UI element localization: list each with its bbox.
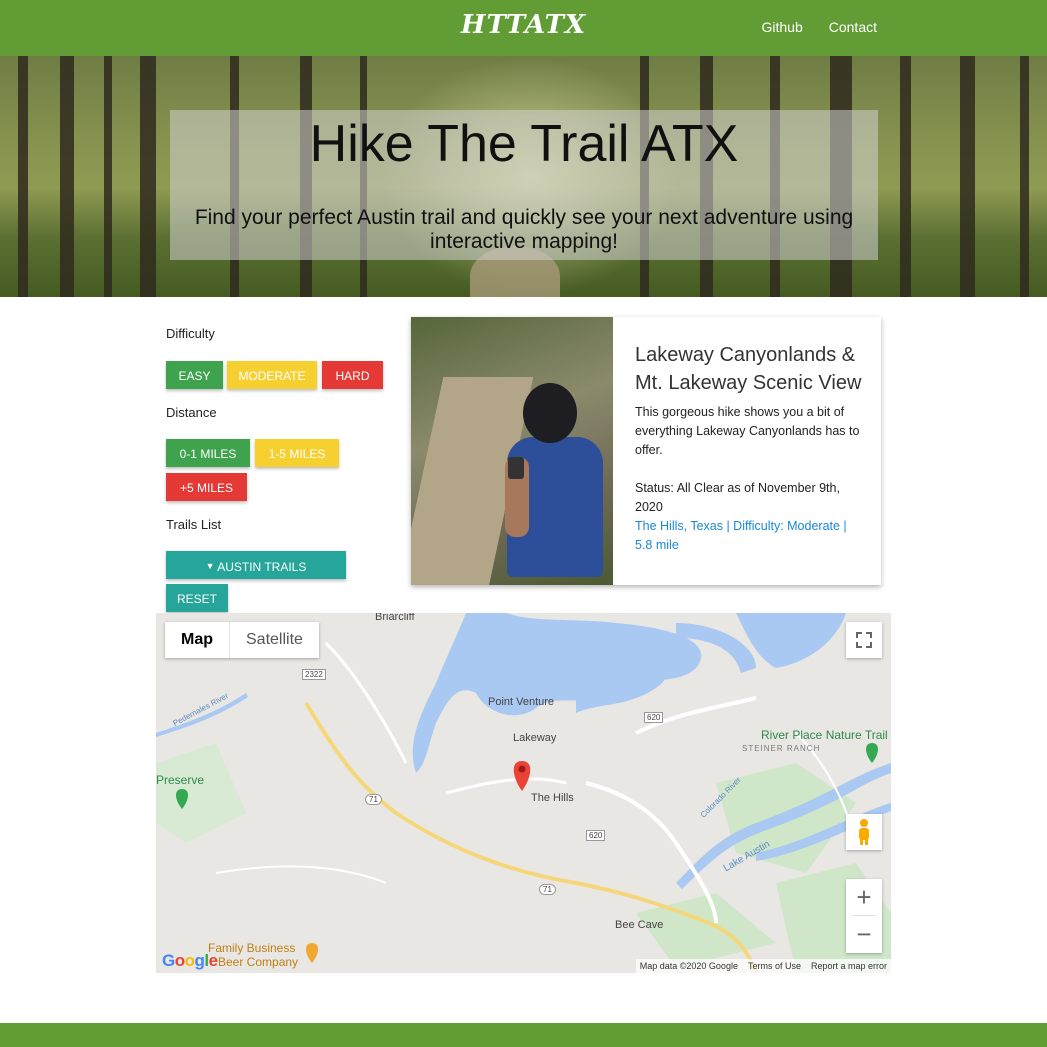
hero-subtitle: Find your perfect Austin trail and quick… xyxy=(194,206,854,253)
map-place-the-hills: The Hills xyxy=(531,792,574,804)
trails-list-label: Trails List xyxy=(166,517,222,532)
map-place-preserve: Preserve xyxy=(156,773,205,787)
brand-logo[interactable]: HTTATX xyxy=(0,10,1047,40)
hero-title: Hike The Trail ATX xyxy=(309,115,739,173)
distance-1-5-button[interactable]: 1-5 Miles xyxy=(255,439,339,467)
zoom-control: + − xyxy=(846,879,882,953)
reset-button[interactable]: Reset xyxy=(166,584,228,612)
map-type-map-button[interactable]: Map xyxy=(165,622,230,658)
map-type-satellite-button[interactable]: Satellite xyxy=(230,622,319,658)
map-attribution: Map data ©2020 Google Terms of Use Repor… xyxy=(635,959,891,973)
card-link[interactable]: The Hills, Texas | Difficulty: Moderate … xyxy=(635,517,867,555)
trails-dropdown[interactable]: ▼ Austin Trails xyxy=(166,551,346,579)
page-footer xyxy=(0,1023,1047,1047)
trail-map[interactable]: Map Satellite + − Briarcliff Point Ventu… xyxy=(156,613,891,973)
nav-link-github[interactable]: Github xyxy=(762,19,803,35)
zoom-in-button[interactable]: + xyxy=(846,879,882,916)
road-shield-620: 620 xyxy=(586,830,606,841)
road-shield-71: 71 xyxy=(365,794,382,805)
moderate-button[interactable]: Moderate xyxy=(227,361,317,389)
tree-trunk xyxy=(960,56,975,297)
report-map-error-link[interactable]: Report a map error xyxy=(811,959,887,973)
road-shield-620: 620 xyxy=(644,712,664,723)
tree-trunk xyxy=(900,56,911,297)
trail-photo xyxy=(411,317,613,585)
fullscreen-icon xyxy=(856,632,872,648)
card-title: Lakeway Canyonlands & Mt. Lakeway Scenic… xyxy=(635,344,862,394)
tree-trunk xyxy=(60,56,74,297)
tree-trunk xyxy=(140,56,156,297)
hero-overlay: Hike The Trail ATX Find your perfect Aus… xyxy=(170,110,878,260)
street-view-button[interactable] xyxy=(846,814,882,850)
zoom-separator xyxy=(852,915,876,916)
map-place-steiner-ranch: STEINER RANCH xyxy=(742,744,821,753)
card-status: Status: All Clear as of November 9th, 20… xyxy=(635,481,840,514)
map-place-river-place: River Place Nature Trail xyxy=(761,728,888,742)
distance-label: Distance xyxy=(166,405,217,420)
difficulty-label: Difficulty xyxy=(166,326,215,341)
card-description: This gorgeous hike shows you a bit of ev… xyxy=(635,405,860,457)
map-place-briarcliff: Briarcliff xyxy=(375,613,415,623)
map-data-credit: Map data ©2020 Google xyxy=(639,961,738,971)
pegman-icon xyxy=(859,819,869,845)
map-canvas xyxy=(156,613,891,973)
road-shield-71: 71 xyxy=(539,884,556,895)
google-logo: Google xyxy=(162,951,218,970)
distance-0-1-button[interactable]: 0-1 Miles xyxy=(166,439,250,467)
road-shield-2322: 2322 xyxy=(302,669,326,680)
zoom-out-button[interactable]: − xyxy=(846,916,882,953)
easy-button[interactable]: Easy xyxy=(166,361,223,389)
trail-card: Lakeway Canyonlands & Mt. Lakeway Scenic… xyxy=(411,317,881,585)
nav-links: Github Contact xyxy=(762,19,878,35)
map-place-point-venture: Point Venture xyxy=(488,696,555,708)
tree-trunk xyxy=(18,56,28,297)
trails-dropdown-label: Austin Trails xyxy=(217,560,307,574)
map-type-control: Map Satellite xyxy=(165,622,319,658)
map-place-lakeway: Lakeway xyxy=(513,732,557,744)
terms-of-use-link[interactable]: Terms of Use xyxy=(748,959,801,973)
nav-link-contact[interactable]: Contact xyxy=(829,19,877,35)
map-place-family-business: Family Business xyxy=(208,941,296,955)
phone-icon xyxy=(508,457,524,479)
hard-button[interactable]: Hard xyxy=(322,361,383,389)
map-place-bee-cave: Bee Cave xyxy=(615,919,664,931)
tree-trunk xyxy=(104,56,112,297)
caret-down-icon: ▼ xyxy=(205,561,215,571)
photo-hiker-head xyxy=(523,383,577,443)
tree-trunk xyxy=(1020,56,1029,297)
navbar: HTTATX Github Contact xyxy=(0,0,1047,56)
fullscreen-button[interactable] xyxy=(846,622,882,658)
map-place-beer-company: Beer Company xyxy=(218,955,299,969)
hero-banner: Hike The Trail ATX Find your perfect Aus… xyxy=(0,56,1047,297)
distance-5-plus-button[interactable]: +5 Miles xyxy=(166,473,247,501)
